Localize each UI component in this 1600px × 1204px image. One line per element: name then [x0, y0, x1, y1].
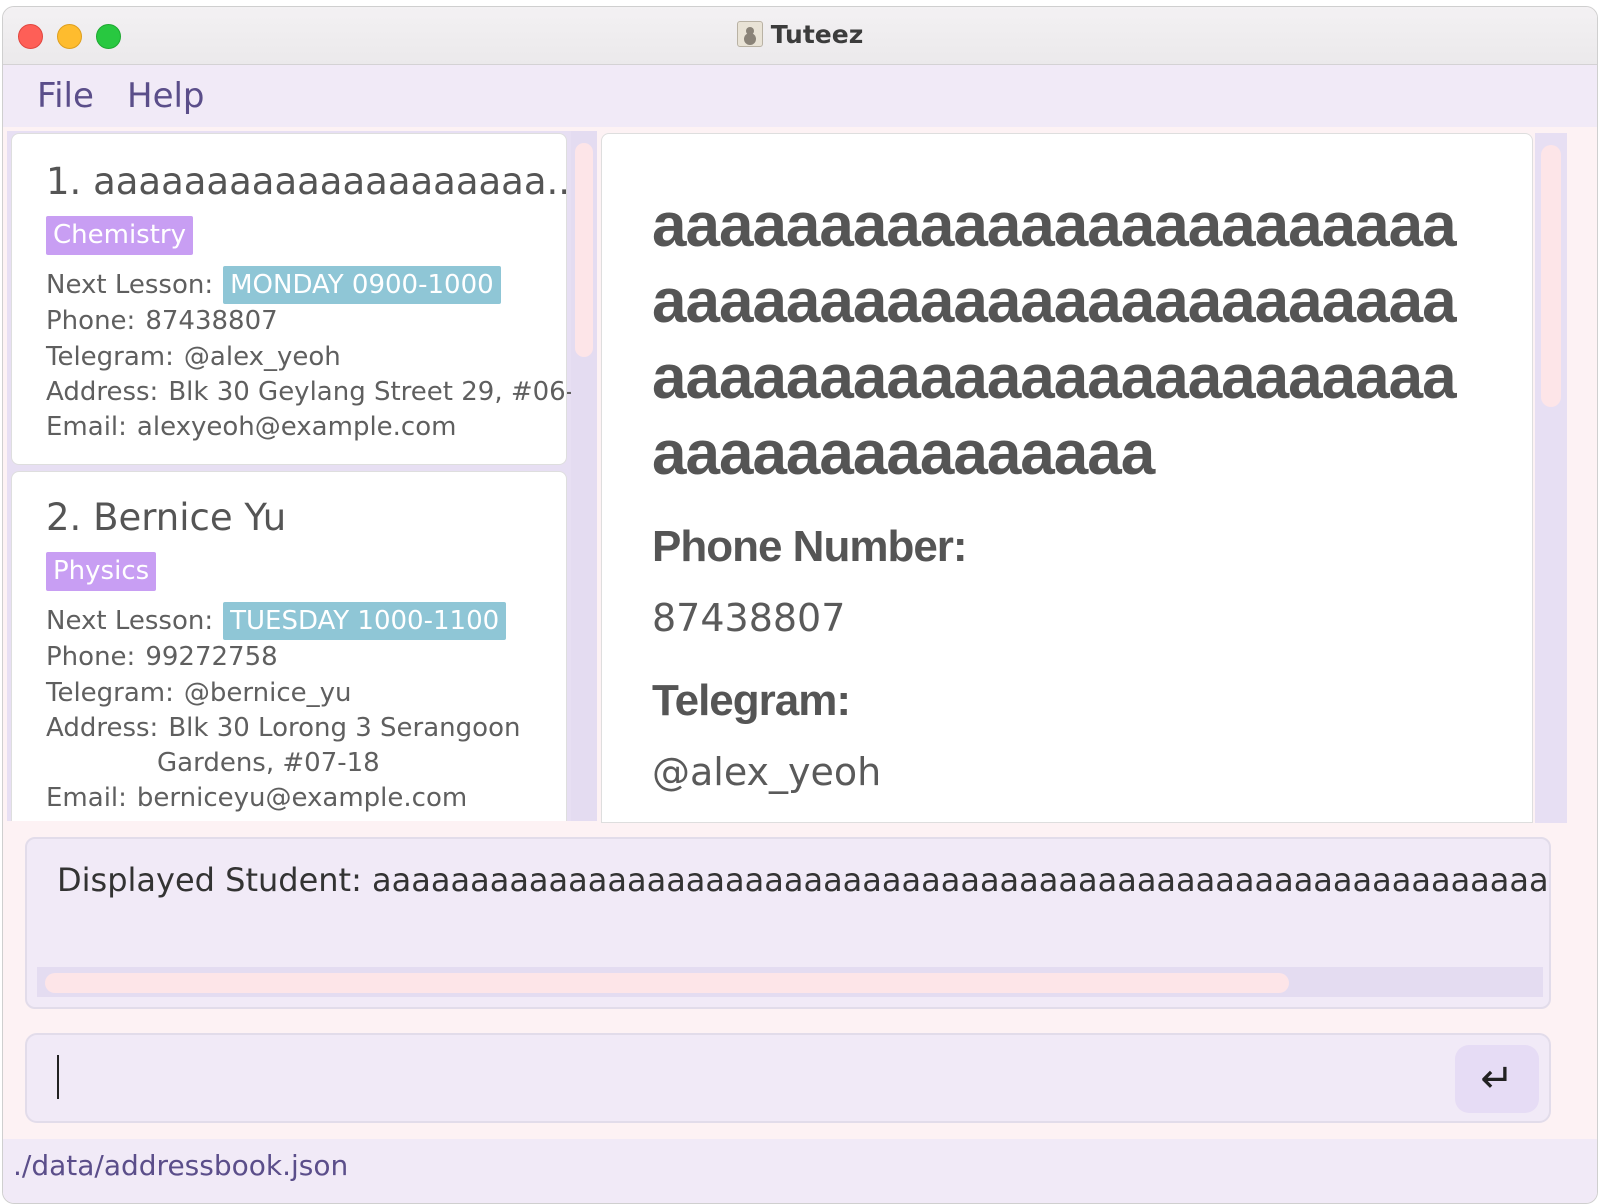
telegram-value: @alex_yeoh — [183, 342, 341, 372]
address-value: Blk 30 Geylang Street 29, #06-40 — [168, 377, 597, 407]
email-row: Email: alexyeoh@example.com — [46, 412, 456, 442]
save-location: ./data/addressbook.json — [13, 1149, 349, 1182]
student-card[interactable]: 1. aaaaaaaaaaaaaaaaaaaa... Chemistry Nex… — [11, 133, 597, 465]
text-cursor — [57, 1055, 59, 1099]
student-card[interactable]: 2. Bernice Yu Physics Next Lesson: TUESDA… — [11, 471, 567, 821]
window-title: Tuteez — [3, 20, 1597, 49]
window-title-text: Tuteez — [770, 20, 864, 49]
email-label: Email: — [46, 412, 127, 442]
result-message: Displayed Student: aaaaaaaaaaaaaaaaaaaaa… — [57, 861, 1549, 899]
student-detail-panel: aaaaaaaaaaaaaaaaaaaaaaaaaaaaaaaaaaaaaaaa… — [601, 133, 1533, 823]
email-label: Email: — [46, 783, 127, 813]
detail-scrollbar-thumb[interactable] — [1541, 145, 1561, 407]
menu-file[interactable]: File — [37, 76, 94, 116]
telegram-value: @bernice_yu — [183, 678, 352, 708]
app-window: Tuteez File Help 1. aaaaaaaaaaaaaaaaaaaa… — [2, 6, 1598, 1204]
command-box: ↵ — [25, 1033, 1551, 1123]
detail-phone-value: 87438807 — [652, 596, 846, 640]
email-value: alexyeoh@example.com — [136, 412, 457, 442]
next-lesson-label: Next Lesson: — [46, 270, 214, 300]
command-input[interactable] — [41, 1045, 1441, 1111]
enter-button[interactable]: ↵ — [1455, 1045, 1539, 1113]
address-value-line2: Gardens, #07-18 — [157, 748, 380, 778]
subject-tag: Chemistry — [46, 216, 193, 255]
phone-label: Phone: — [46, 306, 136, 336]
next-lesson-tag: TUESDAY 1000-1100 — [223, 602, 507, 640]
result-scrollbar-thumb[interactable] — [45, 973, 1289, 993]
title-bar: Tuteez — [3, 7, 1597, 65]
email-row: Email: berniceyu@example.com — [46, 783, 467, 813]
address-label: Address: — [46, 713, 159, 743]
list-scrollbar-thumb[interactable] — [575, 143, 593, 357]
detail-telegram-label: Telegram: — [652, 676, 851, 725]
next-lesson-label: Next Lesson: — [46, 606, 214, 636]
address-row: Address: Blk 30 Lorong 3 Serangoon — [46, 713, 520, 743]
next-lesson-row: Next Lesson: TUESDAY 1000-1100 — [46, 602, 507, 640]
return-arrow-icon: ↵ — [1480, 1056, 1514, 1102]
next-lesson-row: Next Lesson: MONDAY 0900-1000 — [46, 266, 501, 304]
phone-value: 87438807 — [145, 306, 278, 336]
phone-row: Phone: 99272758 — [46, 642, 278, 672]
detail-phone-label: Phone Number: — [652, 522, 968, 571]
phone-row: Phone: 87438807 — [46, 306, 278, 336]
phone-label: Phone: — [46, 642, 136, 672]
address-row: Address: Blk 30 Geylang Street 29, #06-40 — [46, 377, 597, 407]
email-value: berniceyu@example.com — [136, 783, 468, 813]
address-value: Blk 30 Lorong 3 Serangoon — [168, 713, 521, 743]
address-label: Address: — [46, 377, 159, 407]
student-list[interactable]: 1. aaaaaaaaaaaaaaaaaaaa... Chemistry Nex… — [7, 131, 597, 821]
next-lesson-tag: MONDAY 0900-1000 — [223, 266, 501, 304]
detail-student-name: aaaaaaaaaaaaaaaaaaaaaaaaaaaaaaaaaaaaaaaa… — [652, 191, 1457, 488]
status-bar: ./data/addressbook.json — [3, 1139, 1597, 1203]
telegram-label: Telegram: — [46, 678, 174, 708]
student-name: 2. Bernice Yu — [46, 496, 287, 539]
result-display: Displayed Student: aaaaaaaaaaaaaaaaaaaaa… — [25, 837, 1551, 1009]
detail-telegram-value: @alex_yeoh — [652, 750, 882, 794]
menu-help[interactable]: Help — [127, 76, 205, 116]
telegram-label: Telegram: — [46, 342, 174, 372]
telegram-row: Telegram: @bernice_yu — [46, 678, 352, 708]
subject-tag: Physics — [46, 552, 157, 591]
menu-bar: File Help — [3, 65, 1597, 127]
address-continuation: Gardens, #07-18 — [157, 748, 380, 778]
telegram-row: Telegram: @alex_yeoh — [46, 342, 341, 372]
app-icon — [736, 21, 763, 47]
phone-value: 99272758 — [145, 642, 278, 672]
student-name: 1. aaaaaaaaaaaaaaaaaaaa... — [46, 160, 582, 203]
